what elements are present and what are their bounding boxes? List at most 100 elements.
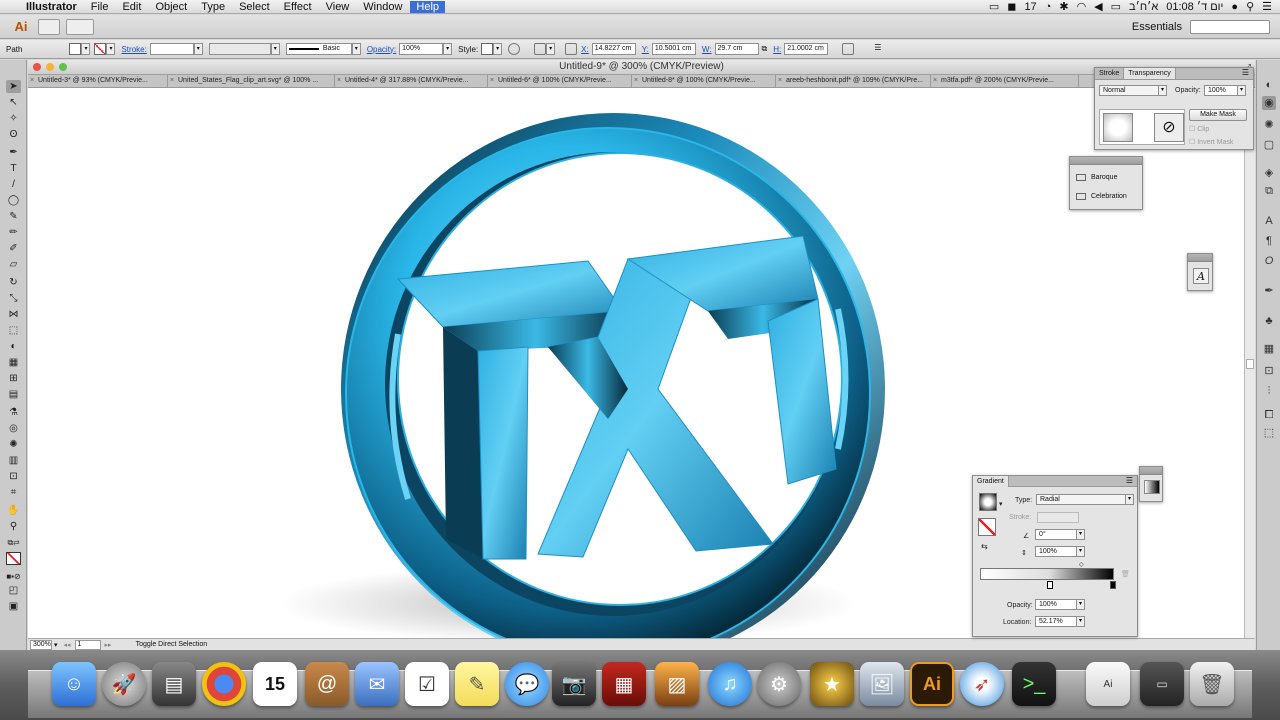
eraser-tool-icon[interactable]: ▱	[6, 258, 21, 271]
artboard-tool-icon[interactable]: ⊡	[6, 470, 21, 483]
scroll-thumb[interactable]	[1246, 359, 1254, 369]
constrain-proportions-icon[interactable]: ⧉	[762, 44, 768, 54]
magic-wand-tool-icon[interactable]: ✧	[6, 112, 21, 125]
slice-tool-icon[interactable]: ⌗	[6, 486, 21, 499]
battery-icon[interactable]: ▭	[1111, 0, 1121, 13]
h-label[interactable]: H:	[773, 45, 781, 54]
transform-icon[interactable]	[842, 43, 855, 55]
opacity-dropdown[interactable]: ▾	[443, 43, 453, 55]
gradient-slider[interactable]	[980, 568, 1114, 580]
brush-panel-header[interactable]	[1070, 157, 1142, 165]
opentype-panel-icon[interactable]: O	[1262, 254, 1276, 268]
layers-panel-icon[interactable]: ◈	[1262, 166, 1276, 180]
recolor-icon[interactable]	[508, 43, 521, 55]
selection-tool-icon[interactable]: ➤	[6, 80, 21, 93]
y-field[interactable]: 10.5001 cm	[651, 43, 696, 55]
artboard-number-field[interactable]: 1	[74, 639, 101, 650]
prev-artboard-icon[interactable]: ◂◂	[64, 641, 71, 649]
fill-swatch[interactable]	[69, 43, 82, 55]
vertical-scrollbar[interactable]	[1244, 89, 1255, 638]
width-field[interactable]: 29.7 cm	[714, 43, 759, 55]
system-preferences-icon[interactable]: ⚙	[757, 662, 801, 706]
bluetooth-icon[interactable]: ✱	[1059, 0, 1068, 13]
blend-tool-icon[interactable]: ◎	[6, 422, 21, 435]
transparency-panel-icon[interactable]: ◉	[1262, 96, 1276, 110]
menu-object[interactable]: Object	[155, 1, 187, 13]
menu-view[interactable]: View	[326, 1, 350, 13]
type-tool-icon[interactable]: T	[6, 162, 21, 175]
shape-builder-tool-icon[interactable]: ◐	[6, 340, 21, 353]
reference-point-icon[interactable]	[565, 43, 578, 55]
close-window-icon[interactable]	[33, 63, 41, 71]
safari-icon[interactable]: ➶	[960, 662, 1004, 706]
gradient-angle-dropdown[interactable]: ▾	[1076, 529, 1085, 540]
workspace-switcher[interactable]: Essentials	[1132, 21, 1182, 33]
gradient-tool-icon[interactable]: ▤	[6, 388, 21, 401]
artboards-panel-icon[interactable]: ⧉	[1262, 184, 1276, 198]
gradient-location-field[interactable]: 52.17%	[1035, 616, 1077, 627]
symbols-panel-icon[interactable]: ♣	[1262, 314, 1276, 328]
ellipse-tool-icon[interactable]: ◯	[6, 194, 21, 207]
appearance-panel-icon[interactable]: ✺	[1262, 118, 1276, 132]
delete-stop-icon[interactable]: 🗑	[1121, 570, 1130, 578]
style-dropdown[interactable]: ▾	[493, 43, 503, 55]
tab-untitled-8[interactable]: Untitled-8* @ 100% (CMYK/Previe...	[632, 75, 776, 88]
tab-untitled-4[interactable]: Untitled-4* @ 317.88% (CMYK/Previe...	[335, 75, 488, 88]
default-fill-stroke-icon[interactable]: ⧉⇄	[6, 536, 21, 549]
menu-type[interactable]: Type	[201, 1, 225, 13]
paragraph-panel-icon[interactable]: ¶	[1262, 234, 1276, 248]
fill-stroke-gradient-swatch[interactable]	[978, 518, 996, 536]
menu-date[interactable]: א׳ח׳ב	[1129, 1, 1158, 13]
x-label[interactable]: X:	[581, 45, 589, 54]
zoom-level-field[interactable]: 300%	[30, 639, 52, 650]
imovie-icon[interactable]: ★	[810, 662, 854, 706]
fill-dropdown[interactable]: ▾	[81, 43, 91, 55]
terminal-icon[interactable]: >_	[1012, 662, 1056, 706]
height-field[interactable]: 21.0002 cm	[784, 43, 829, 55]
gradient-type-dropdown[interactable]: ▾	[1125, 494, 1134, 505]
symbol-sprayer-tool-icon[interactable]: ✺	[6, 438, 21, 451]
stroke-weight-dropdown[interactable]: ▾	[193, 43, 203, 55]
gradient-midpoint-icon[interactable]: ◇	[1079, 561, 1084, 568]
x-field[interactable]: 14.8227 cm	[591, 43, 636, 55]
screen-mode-icon[interactable]: ▣	[6, 600, 21, 613]
itunes-icon[interactable]: ♫	[708, 662, 752, 706]
character-panel-icon[interactable]: A	[1262, 214, 1276, 228]
drawing-modes-icon[interactable]: ◰	[6, 584, 21, 597]
make-mask-button[interactable]: Make Mask	[1189, 109, 1247, 121]
trash-icon[interactable]: 🗑	[1190, 662, 1234, 706]
tab-stroke[interactable]: Stroke	[1095, 68, 1125, 79]
align-dropdown[interactable]: ▾	[546, 43, 556, 55]
menu-app-name[interactable]: Illustrator	[26, 1, 77, 13]
tab-transparency[interactable]: Transparency	[1124, 68, 1176, 79]
help-search-input[interactable]	[1190, 19, 1270, 34]
pencil-tool-icon[interactable]: ✏	[6, 226, 21, 239]
mesh-tool-icon[interactable]: ⊞	[6, 372, 21, 385]
navigator-panel-icon[interactable]: ⊡	[1262, 364, 1276, 378]
graphic-style-swatch[interactable]	[481, 43, 494, 55]
zoom-tool-icon[interactable]: ⚲	[6, 520, 21, 533]
rotate-tool-icon[interactable]: ↻	[6, 276, 21, 289]
pen-tool-icon[interactable]: ✒	[6, 146, 21, 159]
finder-icon[interactable]: ☺	[52, 662, 96, 706]
user-icon[interactable]: ●	[1231, 1, 1238, 13]
messages-icon[interactable]: 💬	[505, 662, 549, 706]
line-tool-icon[interactable]: /	[6, 178, 21, 191]
free-transform-tool-icon[interactable]: ⬚	[6, 324, 21, 337]
gradient-location-dropdown[interactable]: ▾	[1076, 616, 1085, 627]
reverse-gradient-icon[interactable]: ⇆	[981, 542, 988, 551]
brush-item-celebration[interactable]: Celebration	[1076, 193, 1127, 200]
menu-clock[interactable]: יום ד׳ 01:08	[1166, 1, 1223, 13]
transparency-opacity-dropdown[interactable]: ▾	[1237, 85, 1246, 96]
zoom-dropdown-icon[interactable]: ▾	[54, 641, 58, 649]
gradient-type-select[interactable]: Radial	[1036, 494, 1126, 505]
mail-icon[interactable]: ✉	[355, 662, 399, 706]
glyphs-icon[interactable]: A	[1193, 268, 1209, 284]
notes-icon[interactable]: ✎	[455, 662, 499, 706]
blend-mode-select[interactable]: Normal	[1099, 85, 1159, 96]
contacts-icon[interactable]: @	[305, 662, 349, 706]
stroke-label[interactable]: Stroke:	[121, 45, 146, 54]
graphic-styles-panel-icon[interactable]: ▢	[1262, 138, 1276, 152]
w-label[interactable]: W:	[702, 45, 712, 54]
panel-menu-icon[interactable]: ☰	[1242, 68, 1249, 77]
